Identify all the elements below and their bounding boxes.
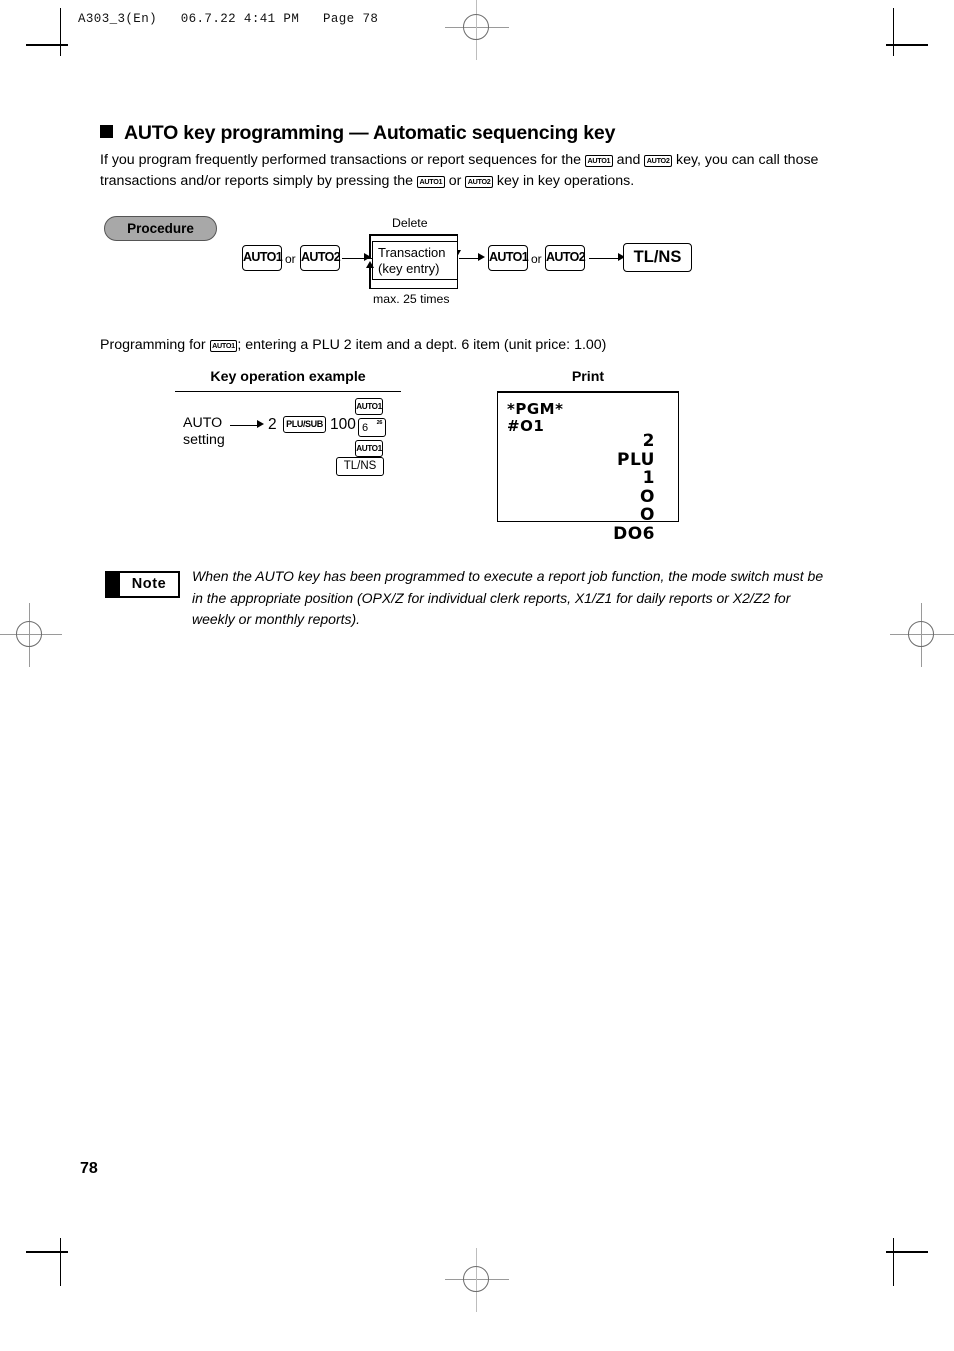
auto1-key-icon: AUTO1 <box>585 155 613 167</box>
registration-mark-circle <box>463 14 489 40</box>
receipt-line: #O1 <box>507 417 545 435</box>
receipt-line: O <box>640 486 655 507</box>
auto1-key-icon-bottom: AUTO1 <box>355 440 383 457</box>
print-sample-receipt: *PGM* #O1 2 PLU 1 O O DO6 <box>497 392 679 543</box>
auto-setting-line-2: setting <box>183 432 225 448</box>
flow-delete-label: Delete <box>392 216 428 230</box>
auto-setting-label: AUTO setting <box>183 415 225 449</box>
flow-max-times-label: max. 25 times <box>373 292 450 306</box>
example-arrow-line <box>230 424 258 427</box>
auto1-key-icon-top: AUTO1 <box>355 398 383 415</box>
flow-arrow-into-transaction <box>364 253 371 261</box>
dept-key-number: 6 <box>362 422 368 434</box>
key-operation-column-header: Key operation example <box>175 369 401 392</box>
crop-mark-bottom-left-horizontal <box>26 1251 68 1253</box>
receipt-line: PLU <box>617 449 655 470</box>
flow-or-label-second: or <box>531 252 542 266</box>
receipt-line: 1 <box>642 468 655 488</box>
dept-6-key-icon: 6 26 <box>358 418 386 437</box>
print-column-header: Print <box>497 369 679 392</box>
crop-mark-top-right-vertical <box>893 8 894 56</box>
crop-mark-bottom-right-horizontal <box>886 1251 928 1253</box>
example-plu-number: 2 <box>268 416 277 433</box>
page-canvas: A303_3(En) 06.7.22 4:41 PM Page 78 AUTO … <box>0 0 954 1351</box>
auto1-key-icon: AUTO1 <box>417 176 445 188</box>
auto2-key-icon: AUTO2 <box>644 155 673 167</box>
flow-line-pair2-to-tlns <box>589 257 619 260</box>
crop-mark-bottom-left-vertical <box>60 1238 61 1286</box>
flow-transaction-box: Transaction (key entry) <box>372 241 458 280</box>
crop-mark-top-left-vertical <box>60 8 61 56</box>
flow-key-auto2-first: AUTO2 <box>300 245 341 271</box>
note-badge-label: Note <box>131 576 167 592</box>
flow-line-loop-to-pair2 <box>459 257 479 260</box>
flow-loop-left-riser <box>369 266 371 288</box>
intro-text-4: or <box>444 173 466 189</box>
receipt-line: DO6 <box>613 523 655 544</box>
auto2-key-icon: AUTO2 <box>465 176 493 188</box>
flow-key-tlns: TL/NS <box>623 243 692 272</box>
flow-delete-top-line <box>369 234 458 236</box>
programming-text-1: Programming for <box>100 337 210 353</box>
flow-key-auto1-second: AUTO1 <box>488 245 529 271</box>
auto1-key-icon: AUTO1 <box>209 340 238 352</box>
dept-key-superscript: 26 <box>376 420 383 426</box>
note-badge-bar <box>107 573 120 596</box>
flow-key-auto2-second: AUTO2 <box>545 245 586 271</box>
example-arrowhead <box>257 420 264 428</box>
flow-loop-arrowhead <box>365 261 374 268</box>
receipt-left-lines: *PGM* #O1 <box>507 401 563 435</box>
plu-sub-key-icon: PLU/SUB <box>283 416 326 433</box>
intro-paragraph: If you program frequently performed tran… <box>100 150 860 192</box>
intro-text-1: If you program frequently performed tran… <box>100 152 585 168</box>
auto-setting-line-1: AUTO <box>183 415 223 431</box>
flow-arrow-to-pair2 <box>478 253 485 261</box>
receipt-line: *PGM* <box>507 400 564 418</box>
registration-mark-left <box>0 603 62 667</box>
example-unit-price: 100 <box>330 416 356 433</box>
registration-mark-right <box>890 603 954 667</box>
receipt-line: O <box>640 505 655 525</box>
bullet-square-icon <box>100 125 113 138</box>
flow-transaction-line-2: (key entry) <box>378 261 440 276</box>
intro-text-5: key in key operations. <box>492 173 635 189</box>
page-title-text: AUTO key programming — Automatic sequenc… <box>124 122 616 144</box>
programming-description: Programming for AUTO1; entering a PLU 2 … <box>100 337 606 353</box>
flow-key-auto1-first: AUTO1 <box>242 245 283 271</box>
registration-mark-circle <box>908 621 934 647</box>
running-head: A303_3(En) 06.7.22 4:41 PM Page 78 <box>78 12 379 26</box>
tlns-key-icon: TL/NS <box>336 457 384 476</box>
page-title: AUTO key programming — Automatic sequenc… <box>100 122 615 145</box>
flow-loop-bottom-line <box>369 287 458 290</box>
note-badge: Note <box>105 571 180 598</box>
registration-mark-circle <box>463 1266 489 1292</box>
crop-mark-top-right-horizontal <box>886 44 928 46</box>
receipt-line: 2 <box>642 431 655 451</box>
procedure-badge: Procedure <box>104 216 217 241</box>
intro-text-2: and <box>612 152 645 168</box>
receipt-right-lines: 2 PLU 1 O O DO6 <box>613 432 655 543</box>
registration-mark-circle <box>16 621 42 647</box>
flow-transaction-line-1: Transaction <box>378 245 446 260</box>
registration-mark-bottom <box>445 1248 509 1312</box>
crop-mark-top-left-horizontal <box>26 44 68 46</box>
page-number: 78 <box>80 1160 98 1177</box>
flow-or-label-first: or <box>285 252 296 266</box>
note-text: When the AUTO key has been programmed to… <box>192 568 824 627</box>
registration-mark-top <box>445 0 509 60</box>
programming-text-2: ; entering a PLU 2 item and a dept. 6 it… <box>237 337 607 353</box>
crop-mark-bottom-right-vertical <box>893 1238 894 1286</box>
